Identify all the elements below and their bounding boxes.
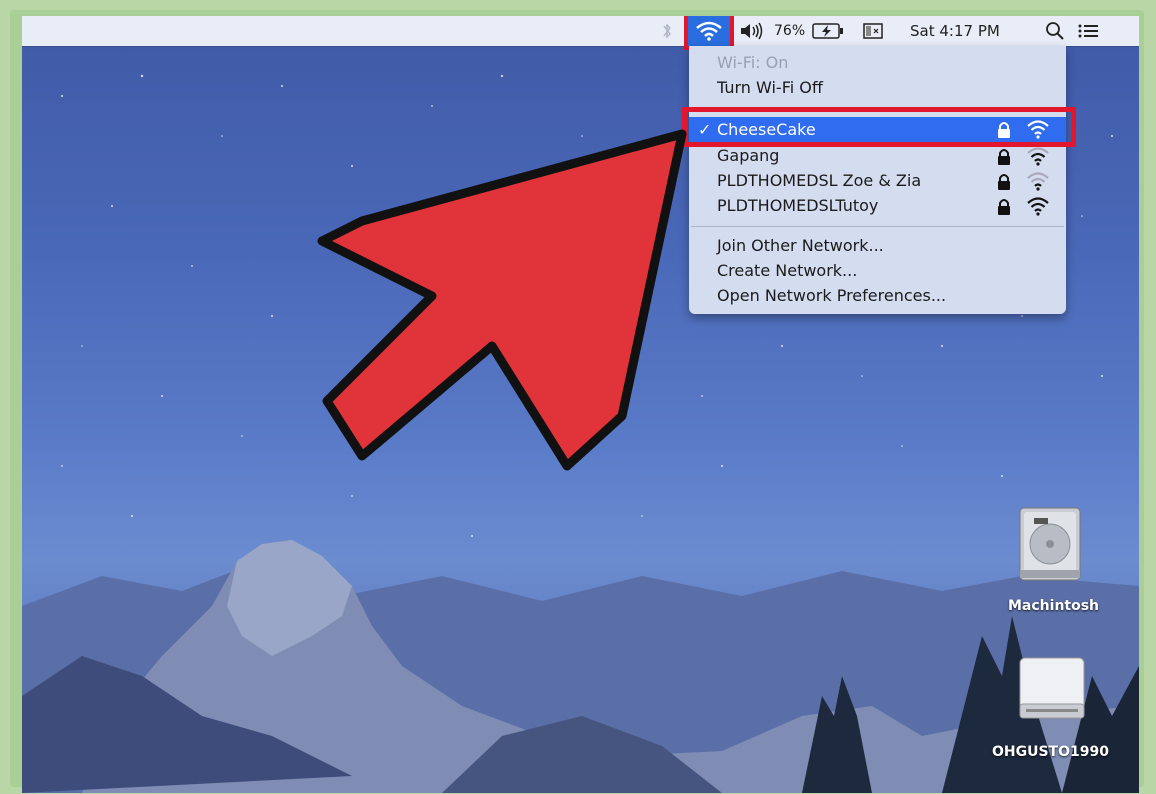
pointer-arrow-annotation	[317, 129, 687, 471]
hard-drive-icon[interactable]	[1010, 504, 1090, 584]
external-drive-icon[interactable]	[1016, 654, 1088, 724]
drive-label-machintosh[interactable]: Machintosh	[1008, 598, 1099, 614]
drive-label-ohgusto1990[interactable]: OHGUSTO1990	[992, 744, 1109, 760]
desktop: 76% Sat 4:17 PM Wi-Fi: On Turn Wi-Fi Off…	[22, 16, 1139, 793]
